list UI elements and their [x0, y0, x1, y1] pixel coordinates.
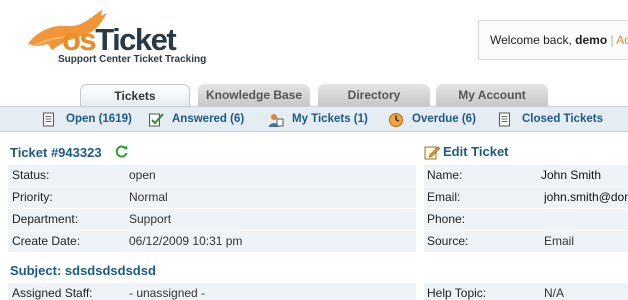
main-tabs: Tickets Knowledge Base Directory My Acco… [0, 84, 628, 106]
info-row-assigned-staff: Assigned Staff: - unassigned - [8, 283, 416, 300]
closed-tickets-icon [499, 112, 510, 127]
field-value: john.smith@domain.com [544, 190, 628, 204]
field-label: Phone: [427, 212, 466, 226]
subnav-my-tickets[interactable]: My Tickets (1) [268, 112, 378, 128]
edit-ticket-label: Edit Ticket [443, 144, 509, 159]
field-label: Department: [12, 212, 79, 226]
subnav-label: Overdue (6) [412, 113, 476, 125]
field-label: Assigned Staff: [12, 286, 93, 300]
field-value: Support [129, 212, 172, 226]
field-label: Source: [427, 234, 469, 248]
info-row-department: Department: Support [8, 209, 416, 230]
tab-my-account[interactable]: My Account [436, 84, 548, 106]
welcome-separator: | [607, 33, 617, 47]
overdue-icon [389, 113, 403, 127]
answered-icon [149, 113, 164, 127]
open-tickets-icon [43, 112, 54, 127]
ticket-title: Ticket #943323 [10, 145, 102, 160]
edit-pencil-icon [424, 146, 440, 160]
ticket-subject: Subject: sdsdsdsdsdsd [10, 263, 156, 278]
subnav-label: Closed Tickets [522, 113, 603, 125]
subnav-label: Open (1619) [66, 113, 132, 125]
info-row-status: Status: open [8, 165, 416, 186]
ticket-subnav: Open (1619) Answered (6) My Tickets (1) … [0, 106, 628, 132]
subnav-label: Answered (6) [172, 113, 245, 125]
field-value: Normal [129, 190, 168, 204]
field-value: N/A [544, 286, 565, 300]
tab-tickets[interactable]: Tickets [80, 84, 190, 106]
page-header: osTicket Support Center Ticket Tracking … [0, 0, 628, 84]
field-label: Name: [427, 168, 463, 182]
field-label: Help Topic: [427, 286, 487, 300]
subnav-label: My Tickets (1) [292, 113, 368, 125]
subnav-closed-tickets[interactable]: Closed Tickets [498, 112, 623, 128]
refresh-icon[interactable] [115, 144, 129, 158]
field-label: Email: [427, 190, 461, 204]
logo-tagline: Support Center Ticket Tracking [58, 54, 207, 65]
field-value: Email [544, 234, 575, 248]
field-value: - unassigned - [129, 286, 206, 300]
ost-logo[interactable]: osTicket Support Center Ticket Tracking [22, 6, 222, 68]
field-value: John Smith [541, 168, 602, 182]
info-row-source: Source: Email [424, 231, 628, 252]
subnav-overdue[interactable]: Overdue (6) [388, 112, 488, 128]
info-row-name: Name: John Smith [424, 165, 628, 186]
info-row-priority: Priority: Normal [8, 187, 416, 208]
subnav-open-tickets[interactable]: Open (1619) [42, 112, 142, 128]
welcome-username: demo [575, 33, 608, 47]
tab-knowledge-base[interactable]: Knowledge Base [198, 84, 310, 106]
admin-panel-link[interactable]: Admin Panel [616, 33, 628, 47]
info-row-create-date: Create Date: 06/12/2009 10:31 pm [8, 231, 416, 252]
field-label: Priority: [12, 190, 53, 204]
welcome-prefix: Welcome back, [490, 33, 576, 47]
field-value: 06/12/2009 10:31 pm [129, 234, 243, 248]
field-label: Status: [12, 168, 50, 182]
welcome-box: Welcome back, demo | Admin Panel [478, 20, 628, 60]
info-row-help-topic: Help Topic: N/A [424, 283, 628, 300]
tab-directory[interactable]: Directory [318, 84, 430, 106]
subnav-answered[interactable]: Answered (6) [148, 112, 252, 128]
info-row-email: Email: john.smith@domain.com [424, 187, 628, 208]
my-tickets-icon [269, 114, 284, 127]
info-row-phone: Phone: [424, 209, 628, 230]
field-value: open [129, 168, 156, 182]
logo-wordmark: osTicket [62, 22, 177, 57]
field-label: Create Date: [12, 234, 81, 248]
